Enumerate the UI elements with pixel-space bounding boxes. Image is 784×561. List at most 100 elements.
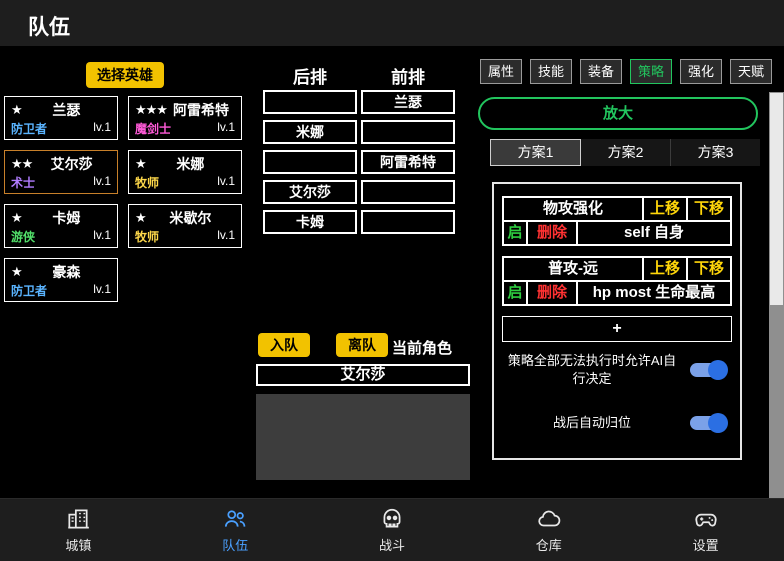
nav-item-team[interactable]: 队伍: [157, 499, 314, 561]
strategy-target[interactable]: self 自身: [577, 221, 731, 245]
front-slot-2[interactable]: [361, 120, 455, 144]
tab-equipment[interactable]: 装备: [580, 59, 622, 84]
current-role-label: 当前角色: [392, 337, 452, 358]
toggle-thumb: [708, 360, 728, 380]
hero-class: 术士: [11, 174, 35, 191]
gamepad-icon: [693, 506, 719, 532]
move-up-button[interactable]: 上移: [643, 257, 687, 281]
strategy-name: 普攻-远: [503, 257, 643, 281]
hero-stars: ★★: [11, 156, 32, 172]
hero-level: lv.1: [217, 228, 235, 245]
nav-label: 设置: [693, 535, 719, 554]
hero-list: ★兰瑟 防卫者lv.1 ★★★阿雷希特 魔剑士lv.1 ★★艾尔莎 术士lv.1…: [4, 96, 242, 302]
strategy-target[interactable]: hp most 生命最高: [577, 281, 731, 305]
nav-label: 战斗: [379, 535, 405, 554]
hero-stars: ★: [11, 210, 22, 226]
move-down-button[interactable]: 下移: [687, 197, 731, 221]
strategy-item: 物攻强化 上移 下移 启 删除 self 自身: [502, 196, 732, 246]
plan-tabs: 方案1 方案2 方案3: [490, 139, 760, 166]
hero-class: 防卫者: [11, 120, 47, 137]
tab-enhance[interactable]: 强化: [680, 59, 722, 84]
plan-tab-3[interactable]: 方案3: [671, 139, 760, 166]
front-slot-1[interactable]: 兰瑟: [361, 90, 455, 114]
nav-label: 队伍: [222, 535, 248, 554]
detail-tabs: 属性 技能 装备 策略 强化 天赋: [480, 59, 772, 84]
hero-card-mixieer[interactable]: ★米歇尔 牧师lv.1: [128, 204, 242, 248]
nav-item-battle[interactable]: 战斗: [314, 499, 471, 561]
move-down-button[interactable]: 下移: [687, 257, 731, 281]
auto-return-toggle-row: 战后自动归位: [502, 413, 732, 433]
hero-stars: ★: [135, 156, 146, 172]
nav-item-town[interactable]: 城镇: [0, 499, 157, 561]
tab-attributes[interactable]: 属性: [480, 59, 522, 84]
hero-card-aiersha[interactable]: ★★艾尔莎 术士lv.1: [4, 150, 118, 194]
current-character-box: 艾尔莎: [256, 364, 470, 386]
back-row-slots: 米娜 艾尔莎 卡姆: [263, 90, 357, 234]
hero-level: lv.1: [93, 228, 111, 245]
back-slot-4[interactable]: 艾尔莎: [263, 180, 357, 204]
nav-label: 城镇: [65, 535, 91, 554]
plan-tab-2[interactable]: 方案2: [581, 139, 671, 166]
hero-card-lanser[interactable]: ★兰瑟 防卫者 lv.1: [4, 96, 118, 140]
front-row-header: 前排: [391, 63, 425, 88]
hero-class: 牧师: [135, 228, 159, 245]
hero-stars: ★: [11, 102, 22, 118]
back-slot-5[interactable]: 卡姆: [263, 210, 357, 234]
enable-toggle-button[interactable]: 启: [503, 221, 527, 245]
delete-button[interactable]: 删除: [527, 221, 577, 245]
hero-level: lv.1: [93, 120, 111, 137]
hero-card-kamu[interactable]: ★卡姆 游侠 lv.1: [4, 204, 118, 248]
hero-name: 兰瑟: [22, 100, 111, 120]
auto-return-toggle[interactable]: [690, 413, 728, 433]
select-hero-button[interactable]: 选择英雄: [86, 62, 164, 88]
cloud-icon: [536, 506, 562, 532]
hero-name: 米娜: [146, 154, 235, 174]
toggle-thumb: [708, 413, 728, 433]
nav-label: 仓库: [536, 535, 562, 554]
team-icon: [222, 506, 248, 532]
tab-talent[interactable]: 天赋: [730, 59, 772, 84]
ai-decide-toggle-row: 策略全部无法执行时允许AI自行决定: [502, 352, 732, 387]
hero-name: 卡姆: [22, 208, 111, 228]
bottom-nav: 城镇 队伍 战斗 仓库: [0, 498, 784, 561]
top-bar: 队伍: [0, 0, 784, 46]
back-row-header: 后排: [293, 63, 327, 88]
hero-level: lv.1: [217, 174, 235, 191]
hero-card-mina[interactable]: ★米娜 牧师 lv.1: [128, 150, 242, 194]
vertical-scrollbar[interactable]: [769, 92, 784, 561]
back-slot-1[interactable]: [263, 90, 357, 114]
nav-item-warehouse[interactable]: 仓库: [470, 499, 627, 561]
ai-decide-toggle[interactable]: [690, 360, 728, 380]
back-slot-2[interactable]: 米娜: [263, 120, 357, 144]
enable-toggle-button[interactable]: 启: [503, 281, 527, 305]
add-strategy-button[interactable]: +: [502, 316, 732, 342]
hero-class: 魔剑士: [135, 120, 171, 137]
front-row-slots: 兰瑟 阿雷希特: [361, 90, 455, 234]
hero-stars: ★★★: [135, 102, 167, 118]
hero-stars: ★: [11, 264, 22, 280]
front-slot-5[interactable]: [361, 210, 455, 234]
hero-class: 牧师: [135, 174, 159, 191]
tab-skills[interactable]: 技能: [530, 59, 572, 84]
hero-card-areixite[interactable]: ★★★阿雷希特 魔剑士lv.1: [128, 96, 242, 140]
delete-button[interactable]: 删除: [527, 281, 577, 305]
move-up-button[interactable]: 上移: [643, 197, 687, 221]
hero-card-haosen[interactable]: ★豪森 防卫者lv.1: [4, 258, 118, 302]
front-slot-3[interactable]: 阿雷希特: [361, 150, 455, 174]
scrollbar-thumb[interactable]: [770, 93, 783, 305]
hero-name: 阿雷希特: [167, 100, 235, 120]
plan-tab-1[interactable]: 方案1: [490, 139, 581, 166]
hero-class: 游侠: [11, 228, 35, 245]
join-team-button[interactable]: 入队: [258, 333, 310, 357]
zoom-button[interactable]: 放大: [478, 97, 758, 130]
back-slot-3[interactable]: [263, 150, 357, 174]
hero-name: 米歇尔: [146, 208, 235, 228]
tab-strategy[interactable]: 策略: [630, 59, 672, 84]
nav-item-settings[interactable]: 设置: [627, 499, 784, 561]
leave-team-button[interactable]: 离队: [336, 333, 388, 357]
hero-level: lv.1: [93, 282, 111, 299]
page-title: 队伍: [28, 11, 70, 41]
hero-name: 豪森: [22, 262, 111, 282]
front-slot-4[interactable]: [361, 180, 455, 204]
building-icon: [65, 506, 91, 532]
